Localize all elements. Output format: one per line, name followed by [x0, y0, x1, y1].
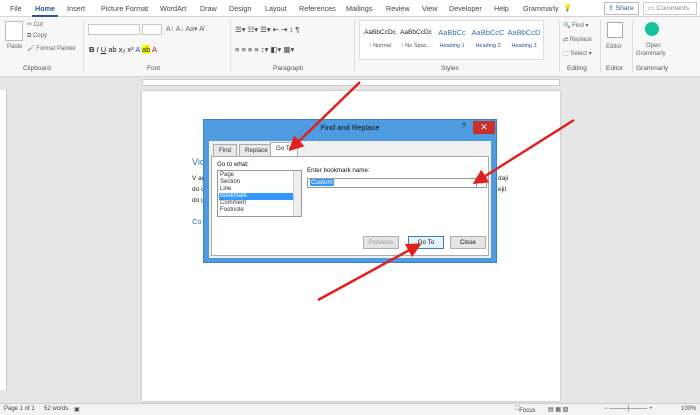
view-mode-icons[interactable]: ▤ ▦ ▧	[548, 406, 568, 413]
status-bar: Page 1 of 1 52 words ▣ ⛶ Focus ▤ ▦ ▧ − ─…	[0, 403, 700, 415]
word-count[interactable]: 52 words	[44, 406, 68, 412]
arrow-to-bookmark-name	[472, 118, 575, 185]
proofing-icon[interactable]: ▣	[74, 406, 80, 413]
annotation-arrows	[288, 81, 575, 302]
zoom-level[interactable]: 100%	[681, 406, 696, 412]
focus-button[interactable]: ⛶ Focus	[515, 406, 536, 414]
arrow-to-goto-tab	[288, 81, 361, 152]
page-count[interactable]: Page 1 of 1	[4, 406, 35, 412]
arrow-to-go-to-button	[317, 243, 422, 302]
zoom-slider[interactable]: − ────┼──── +	[604, 406, 653, 412]
